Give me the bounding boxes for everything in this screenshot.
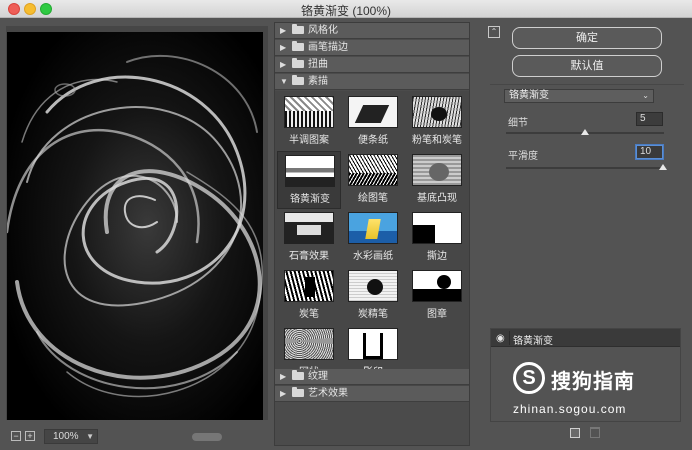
folder-open-icon [292, 75, 304, 85]
category-brush-strokes[interactable]: ▶ 画笔描边 [275, 40, 469, 56]
filter-thumb-torn-edges[interactable]: 撕边 [405, 209, 469, 267]
filter-label: 铬黄渐变 [290, 194, 330, 205]
preview-image[interactable] [7, 32, 263, 420]
delete-layer-icon[interactable] [590, 427, 600, 438]
thumbnail-image [348, 96, 398, 128]
category-texture[interactable]: ▶ 纹理 [275, 369, 469, 385]
filter-thumb-chrome[interactable]: 铬黄渐变 [277, 151, 341, 209]
category-label: 纹理 [308, 371, 328, 382]
thumbnail-image [284, 270, 334, 302]
folder-icon [292, 370, 304, 380]
thumbnail-image [285, 155, 335, 187]
filter-thumb-graphic-pen[interactable]: 绘图笔 [341, 151, 405, 209]
chevron-right-icon: ▶ [280, 43, 287, 52]
filter-label: 基底凸现 [417, 193, 457, 204]
chevron-right-icon: ▶ [280, 26, 287, 35]
detail-slider-knob[interactable] [581, 129, 589, 135]
thumbnail-image [412, 96, 462, 128]
watermark-brand: 搜狗指南 [551, 371, 635, 393]
effect-layer-row[interactable]: ◉ 铬黄渐变 [491, 329, 680, 347]
title-bar: 铬黄渐变 (100%) [0, 0, 692, 18]
filter-label: 炭笔 [299, 309, 319, 320]
chevron-right-icon: ▶ [280, 389, 287, 398]
collapse-icon[interactable]: ⌃ [488, 26, 500, 38]
category-artistic[interactable]: ▶ 艺术效果 [275, 386, 469, 402]
chevron-down-icon: ▼ [280, 77, 288, 86]
thumbnail-image [412, 212, 462, 244]
category-label: 画笔描边 [308, 42, 348, 53]
preview-toolbar: − + 100% ▼ [6, 428, 268, 446]
filter-thumb-note-paper[interactable]: 便条纸 [341, 93, 405, 151]
filter-label: 撕边 [427, 251, 447, 262]
filter-thumb-halftone[interactable]: 半调图案 [277, 93, 341, 151]
sketch-filter-thumbnails: 半调图案 便条纸 粉笔和炭笔 铬黄渐变 绘图笔 基底凸现 石膏效果 水彩画纸 撕… [275, 91, 469, 387]
thumbnail-image [348, 154, 398, 186]
folder-icon [292, 24, 304, 34]
sogou-logo: S [513, 362, 545, 394]
category-label: 扭曲 [308, 59, 328, 70]
filter-select[interactable]: 铬黄渐变 ⌄ [504, 89, 654, 103]
detail-input[interactable]: 5 [636, 112, 663, 126]
new-layer-icon[interactable] [570, 428, 580, 438]
effect-layer-name: 铬黄渐变 [513, 336, 553, 347]
preview-pane [6, 26, 268, 420]
category-distort[interactable]: ▶ 扭曲 [275, 57, 469, 73]
thumbnail-image [348, 328, 398, 360]
filter-label: 便条纸 [358, 135, 388, 146]
folder-icon [292, 58, 304, 68]
zoom-level-select[interactable]: 100% ▼ [44, 429, 98, 444]
category-label: 素描 [308, 76, 328, 87]
filter-label: 半调图案 [289, 135, 329, 146]
category-label: 艺术效果 [308, 388, 348, 399]
category-sketch[interactable]: ▼ 素描 [275, 74, 469, 90]
chevron-down-icon: ▼ [86, 432, 94, 441]
filter-label: 绘图笔 [358, 193, 388, 204]
category-stylize[interactable]: ▶ 风格化 [275, 23, 469, 39]
thumbnail-image [412, 270, 462, 302]
thumbnail-image [284, 212, 334, 244]
smoothness-slider-knob[interactable] [659, 164, 667, 170]
eye-icon[interactable]: ◉ [496, 333, 505, 344]
zoom-level-value: 100% [53, 431, 79, 442]
watermark: S 搜狗指南 [513, 362, 683, 402]
filter-thumb-stamp[interactable]: 图章 [405, 267, 469, 325]
filter-thumb-plaster[interactable]: 石膏效果 [277, 209, 341, 267]
thumbnail-image [412, 154, 462, 186]
chevron-down-icon: ⌄ [642, 91, 649, 100]
chrome-swirl-image [7, 32, 263, 420]
horizontal-scrollbar-thumb[interactable] [192, 433, 222, 441]
window-title: 铬黄渐变 (100%) [300, 4, 392, 18]
filter-thumb-water-paper[interactable]: 水彩画纸 [341, 209, 405, 267]
filter-thumb-chalk-charcoal[interactable]: 粉笔和炭笔 [405, 93, 469, 151]
default-button[interactable]: 默认值 [512, 55, 662, 77]
smoothness-input[interactable]: 10 [636, 145, 663, 159]
chevron-right-icon: ▶ [280, 60, 287, 69]
detail-label: 细节 [508, 118, 528, 129]
smoothness-label: 平滑度 [508, 151, 538, 162]
ok-button[interactable]: 确定 [512, 27, 662, 49]
zoom-in-icon[interactable]: + [25, 431, 35, 441]
chevron-right-icon: ▶ [280, 372, 287, 381]
thumbnail-image [348, 212, 398, 244]
folder-icon [292, 387, 304, 397]
filter-thumb-bas-relief[interactable]: 基底凸现 [405, 151, 469, 209]
category-label: 风格化 [308, 25, 338, 36]
filter-label: 粉笔和炭笔 [412, 135, 462, 146]
filter-thumb-conte-crayon[interactable]: 炭精笔 [341, 267, 405, 325]
thumbnail-image [284, 328, 334, 360]
divider [509, 331, 510, 345]
thumbnail-image [348, 270, 398, 302]
thumbnail-image [284, 96, 334, 128]
filter-select-value: 铬黄渐变 [509, 90, 549, 101]
folder-icon [292, 41, 304, 51]
zoom-out-icon[interactable]: − [11, 431, 21, 441]
filter-label: 炭精笔 [358, 309, 388, 320]
filter-label: 水彩画纸 [353, 251, 393, 262]
watermark-url: zhinan.sogou.com [513, 402, 627, 416]
filter-thumb-charcoal[interactable]: 炭笔 [277, 267, 341, 325]
smoothness-slider-track[interactable] [506, 167, 664, 169]
filter-gallery: ▶ 风格化 ▶ 画笔描边 ▶ 扭曲 ▼ 素描 半调图案 便条纸 粉笔和炭笔 铬黄渐变 绘… [274, 22, 470, 446]
filter-label: 石膏效果 [289, 251, 329, 262]
filter-label: 图章 [427, 309, 447, 320]
